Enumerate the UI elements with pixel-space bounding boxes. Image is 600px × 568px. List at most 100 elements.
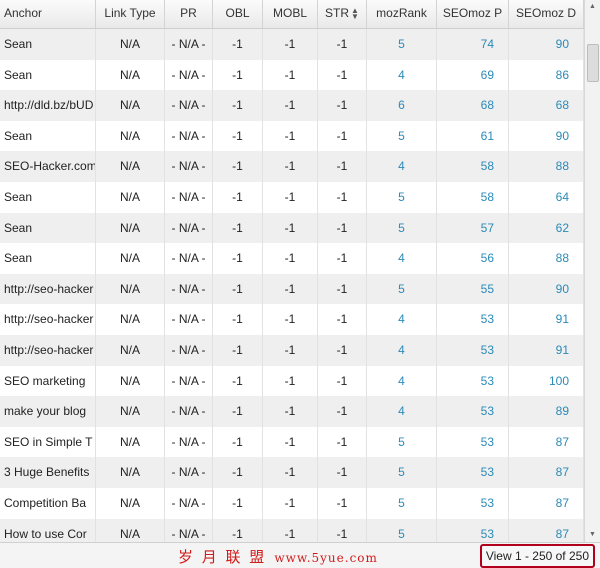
cell-mozrank[interactable]: 5	[367, 120, 437, 152]
cell-seomoz-p[interactable]: 74	[437, 29, 509, 60]
cell-mobl: -1	[263, 426, 318, 458]
cell-anchor: Sean	[0, 181, 96, 213]
cell-seomoz-p[interactable]: 53	[437, 304, 509, 335]
cell-mozrank[interactable]: 5	[367, 273, 437, 305]
table-row[interactable]: make your blog N/A - N/A - -1 -1 -1 4 53 89	[0, 396, 584, 427]
cell-obl: -1	[213, 90, 263, 121]
cell-link-type: N/A	[96, 457, 165, 488]
cell-pr: - N/A -	[165, 29, 213, 60]
cell-mozrank[interactable]: 4	[367, 59, 437, 91]
cell-str: -1	[318, 487, 367, 519]
cell-seomoz-p[interactable]: 53	[437, 487, 509, 519]
cell-seomoz-d[interactable]: 88	[509, 151, 584, 182]
cell-seomoz-d[interactable]: 90	[509, 120, 584, 152]
cell-mozrank[interactable]: 5	[367, 487, 437, 519]
cell-str: -1	[318, 396, 367, 427]
table-row[interactable]: Sean N/A - N/A - -1 -1 -1 5 61 90	[0, 120, 584, 152]
cell-seomoz-d[interactable]: 89	[509, 396, 584, 427]
cell-seomoz-d[interactable]: 87	[509, 487, 584, 519]
column-header-pr[interactable]: PR	[165, 0, 213, 28]
table-row[interactable]: http://seo-hacker N/A - N/A - -1 -1 -1 4 53 91	[0, 334, 584, 366]
scroll-down-icon[interactable]: ▼	[585, 528, 600, 542]
cell-seomoz-d[interactable]: 68	[509, 90, 584, 121]
table-row[interactable]: SEO marketing N/A - N/A - -1 -1 -1 4 53 100	[0, 365, 584, 397]
cell-str: -1	[318, 151, 367, 182]
column-header-anchor[interactable]: Anchor	[0, 0, 96, 28]
column-header-mobl[interactable]: MOBL	[263, 0, 318, 28]
column-header-obl[interactable]: OBL	[213, 0, 263, 28]
cell-link-type: N/A	[96, 426, 165, 458]
scroll-up-icon[interactable]: ▲	[585, 0, 600, 14]
cell-mozrank[interactable]: 4	[367, 396, 437, 427]
cell-obl: -1	[213, 396, 263, 427]
table-row[interactable]: http://seo-hacker N/A - N/A - -1 -1 -1 4 53 91	[0, 304, 584, 335]
column-header-seomoz-d[interactable]: SEOmoz D	[509, 0, 584, 28]
table-row[interactable]: Sean N/A - N/A - -1 -1 -1 5 57 62	[0, 212, 584, 244]
cell-pr: - N/A -	[165, 396, 213, 427]
cell-seomoz-d[interactable]: 87	[509, 518, 584, 542]
cell-seomoz-d[interactable]: 91	[509, 304, 584, 335]
cell-mozrank[interactable]: 5	[367, 518, 437, 542]
table-row[interactable]: How to use Cor N/A - N/A - -1 -1 -1 5 53 87	[0, 518, 584, 542]
cell-pr: - N/A -	[165, 90, 213, 121]
cell-seomoz-d[interactable]: 90	[509, 29, 584, 60]
table-row[interactable]: 3 Huge Benefits N/A - N/A - -1 -1 -1 5 53 87	[0, 457, 584, 488]
cell-seomoz-d[interactable]: 88	[509, 243, 584, 274]
cell-seomoz-p[interactable]: 68	[437, 90, 509, 121]
cell-seomoz-d[interactable]: 90	[509, 273, 584, 305]
cell-mozrank[interactable]: 5	[367, 29, 437, 60]
table-row[interactable]: SEO-Hacker.com N/A - N/A - -1 -1 -1 4 58 88	[0, 151, 584, 182]
cell-seomoz-d[interactable]: 86	[509, 59, 584, 91]
column-header-seomoz-p[interactable]: SEOmoz P	[437, 0, 509, 28]
column-header-str[interactable]: STR ▲ ▼	[318, 0, 367, 28]
cell-mozrank[interactable]: 5	[367, 212, 437, 244]
table-row[interactable]: Sean N/A - N/A - -1 -1 -1 5 74 90	[0, 29, 584, 60]
cell-seomoz-d[interactable]: 87	[509, 426, 584, 458]
cell-mozrank[interactable]: 5	[367, 181, 437, 213]
cell-mozrank[interactable]: 6	[367, 90, 437, 121]
cell-mozrank[interactable]: 5	[367, 457, 437, 488]
cell-mozrank[interactable]: 5	[367, 426, 437, 458]
cell-link-type: N/A	[96, 212, 165, 244]
cell-seomoz-p[interactable]: 53	[437, 518, 509, 542]
cell-seomoz-d[interactable]: 62	[509, 212, 584, 244]
cell-seomoz-p[interactable]: 53	[437, 396, 509, 427]
cell-seomoz-p[interactable]: 53	[437, 426, 509, 458]
cell-obl: -1	[213, 212, 263, 244]
cell-seomoz-p[interactable]: 53	[437, 334, 509, 366]
sort-icon[interactable]: ▲ ▼	[351, 6, 359, 20]
column-header-link-type[interactable]: Link Type	[96, 0, 165, 28]
table-row[interactable]: Sean N/A - N/A - -1 -1 -1 5 58 64	[0, 181, 584, 213]
cell-seomoz-p[interactable]: 57	[437, 212, 509, 244]
cell-seomoz-p[interactable]: 58	[437, 181, 509, 213]
cell-seomoz-d[interactable]: 64	[509, 181, 584, 213]
cell-mobl: -1	[263, 243, 318, 274]
scrollbar-thumb[interactable]	[587, 44, 599, 82]
vertical-scrollbar[interactable]: ▲ ▼	[584, 0, 600, 542]
cell-seomoz-p[interactable]: 58	[437, 151, 509, 182]
cell-obl: -1	[213, 487, 263, 519]
cell-seomoz-d[interactable]: 91	[509, 334, 584, 366]
cell-str: -1	[318, 90, 367, 121]
cell-seomoz-p[interactable]: 53	[437, 457, 509, 488]
cell-seomoz-p[interactable]: 53	[437, 365, 509, 397]
cell-mozrank[interactable]: 4	[367, 334, 437, 366]
table-row[interactable]: http://seo-hacker N/A - N/A - -1 -1 -1 5 55 90	[0, 273, 584, 305]
cell-mozrank[interactable]: 4	[367, 304, 437, 335]
table-row[interactable]: Sean N/A - N/A - -1 -1 -1 4 56 88	[0, 243, 584, 274]
cell-seomoz-d[interactable]: 100	[509, 365, 584, 397]
cell-seomoz-p[interactable]: 69	[437, 59, 509, 91]
cell-mozrank[interactable]: 4	[367, 243, 437, 274]
table-row[interactable]: http://dld.bz/bUD N/A - N/A - -1 -1 -1 6 68 68	[0, 90, 584, 121]
cell-mozrank[interactable]: 4	[367, 365, 437, 397]
cell-pr: - N/A -	[165, 457, 213, 488]
table-row[interactable]: Competition Ba N/A - N/A - -1 -1 -1 5 53 87	[0, 487, 584, 519]
cell-seomoz-p[interactable]: 55	[437, 273, 509, 305]
table-row[interactable]: Sean N/A - N/A - -1 -1 -1 4 69 86	[0, 59, 584, 91]
cell-seomoz-p[interactable]: 61	[437, 120, 509, 152]
cell-seomoz-p[interactable]: 56	[437, 243, 509, 274]
cell-mozrank[interactable]: 4	[367, 151, 437, 182]
cell-seomoz-d[interactable]: 87	[509, 457, 584, 488]
column-header-mozrank[interactable]: mozRank	[367, 0, 437, 28]
table-row[interactable]: SEO in Simple T N/A - N/A - -1 -1 -1 5 53 87	[0, 426, 584, 458]
